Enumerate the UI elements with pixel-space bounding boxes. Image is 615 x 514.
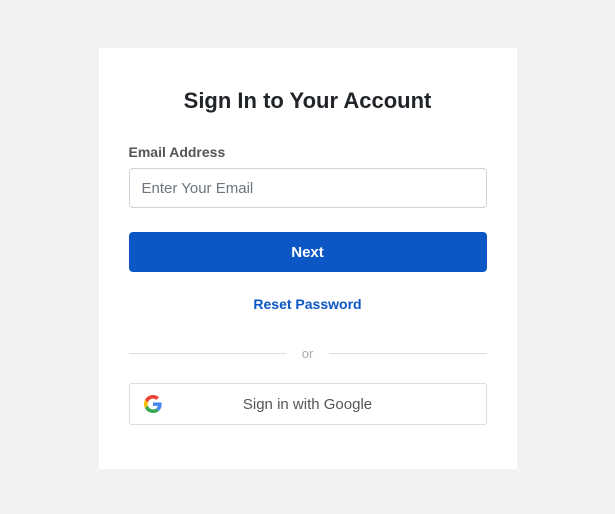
divider-text: or: [286, 346, 330, 361]
divider: or: [129, 346, 487, 361]
signin-card: Sign In to Your Account Email Address Ne…: [99, 48, 517, 469]
next-button[interactable]: Next: [129, 232, 487, 272]
page-title: Sign In to Your Account: [129, 88, 487, 114]
google-button-label: Sign in with Google: [144, 396, 472, 413]
email-field[interactable]: [129, 168, 487, 208]
reset-password-link[interactable]: Reset Password: [129, 296, 487, 312]
google-signin-button[interactable]: Sign in with Google: [129, 383, 487, 425]
email-label: Email Address: [129, 144, 487, 160]
